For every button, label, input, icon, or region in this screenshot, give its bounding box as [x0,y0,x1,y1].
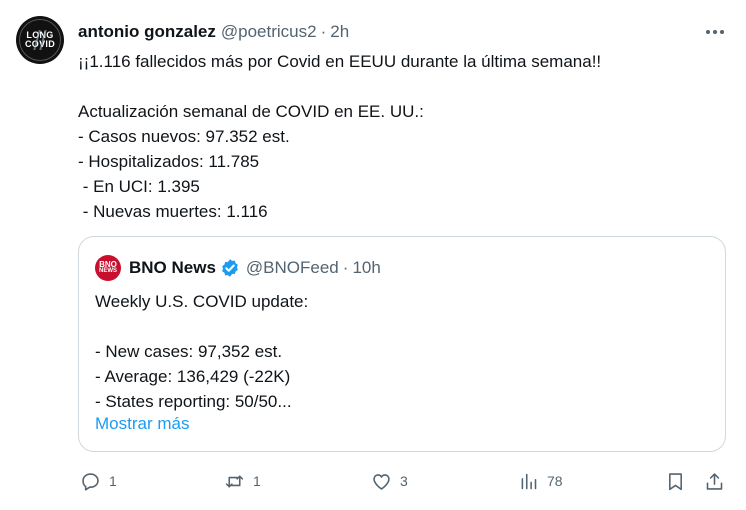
share-button[interactable] [704,468,725,494]
header-separator: · [320,22,327,41]
views-icon [521,473,537,489]
quote-author-handle[interactable]: @BNOFeed [246,258,339,278]
reply-count: 1 [109,473,117,489]
views-button[interactable]: 78 [518,468,563,494]
bookmark-button[interactable] [665,468,686,494]
author-handle[interactable]: @poetricus2 [221,22,317,42]
author-name[interactable]: antonio gonzalez [78,22,216,42]
views-count: 78 [547,473,563,489]
like-count: 3 [400,473,408,489]
quote-author-name[interactable]: BNO News [129,258,216,278]
tweet[interactable]: LONG COVID antonio gonzalez @poetricus2 … [0,0,746,510]
action-bar: 1 1 3 78 [0,468,746,494]
more-icon[interactable] [700,20,730,44]
reply-icon [82,472,99,491]
quote-text: Weekly U.S. COVID update: - New cases: 9… [95,292,309,411]
quote-avatar-line2: NEWS [99,267,117,274]
quote-header: BNO NEWS BNO News @BNOFeed · 10h [95,255,381,281]
tweet-time[interactable]: 2h [330,22,349,42]
bookmark-icon [669,472,682,490]
verified-icon [222,259,238,277]
quote-avatar[interactable]: BNO NEWS [95,255,121,281]
author-avatar[interactable]: LONG COVID [16,16,64,64]
quote-separator: · [342,258,349,277]
tweet-text: ¡¡1.116 fallecidos más por Covid en EEUU… [78,52,602,221]
retweet-icon [225,474,244,488]
tweet-header: antonio gonzalez @poetricus2 · 2h [78,22,349,42]
share-icon [706,472,723,490]
quote-time[interactable]: 10h [352,258,380,278]
like-button[interactable]: 3 [371,468,408,494]
show-more-link[interactable]: Mostrar más [95,414,189,434]
quoted-tweet[interactable]: BNO NEWS BNO News @BNOFeed · 10h Weekly … [78,236,726,452]
like-icon [373,473,390,490]
retweet-count: 1 [253,473,261,489]
reply-button[interactable]: 1 [80,468,117,494]
retweet-button[interactable]: 1 [224,468,261,494]
